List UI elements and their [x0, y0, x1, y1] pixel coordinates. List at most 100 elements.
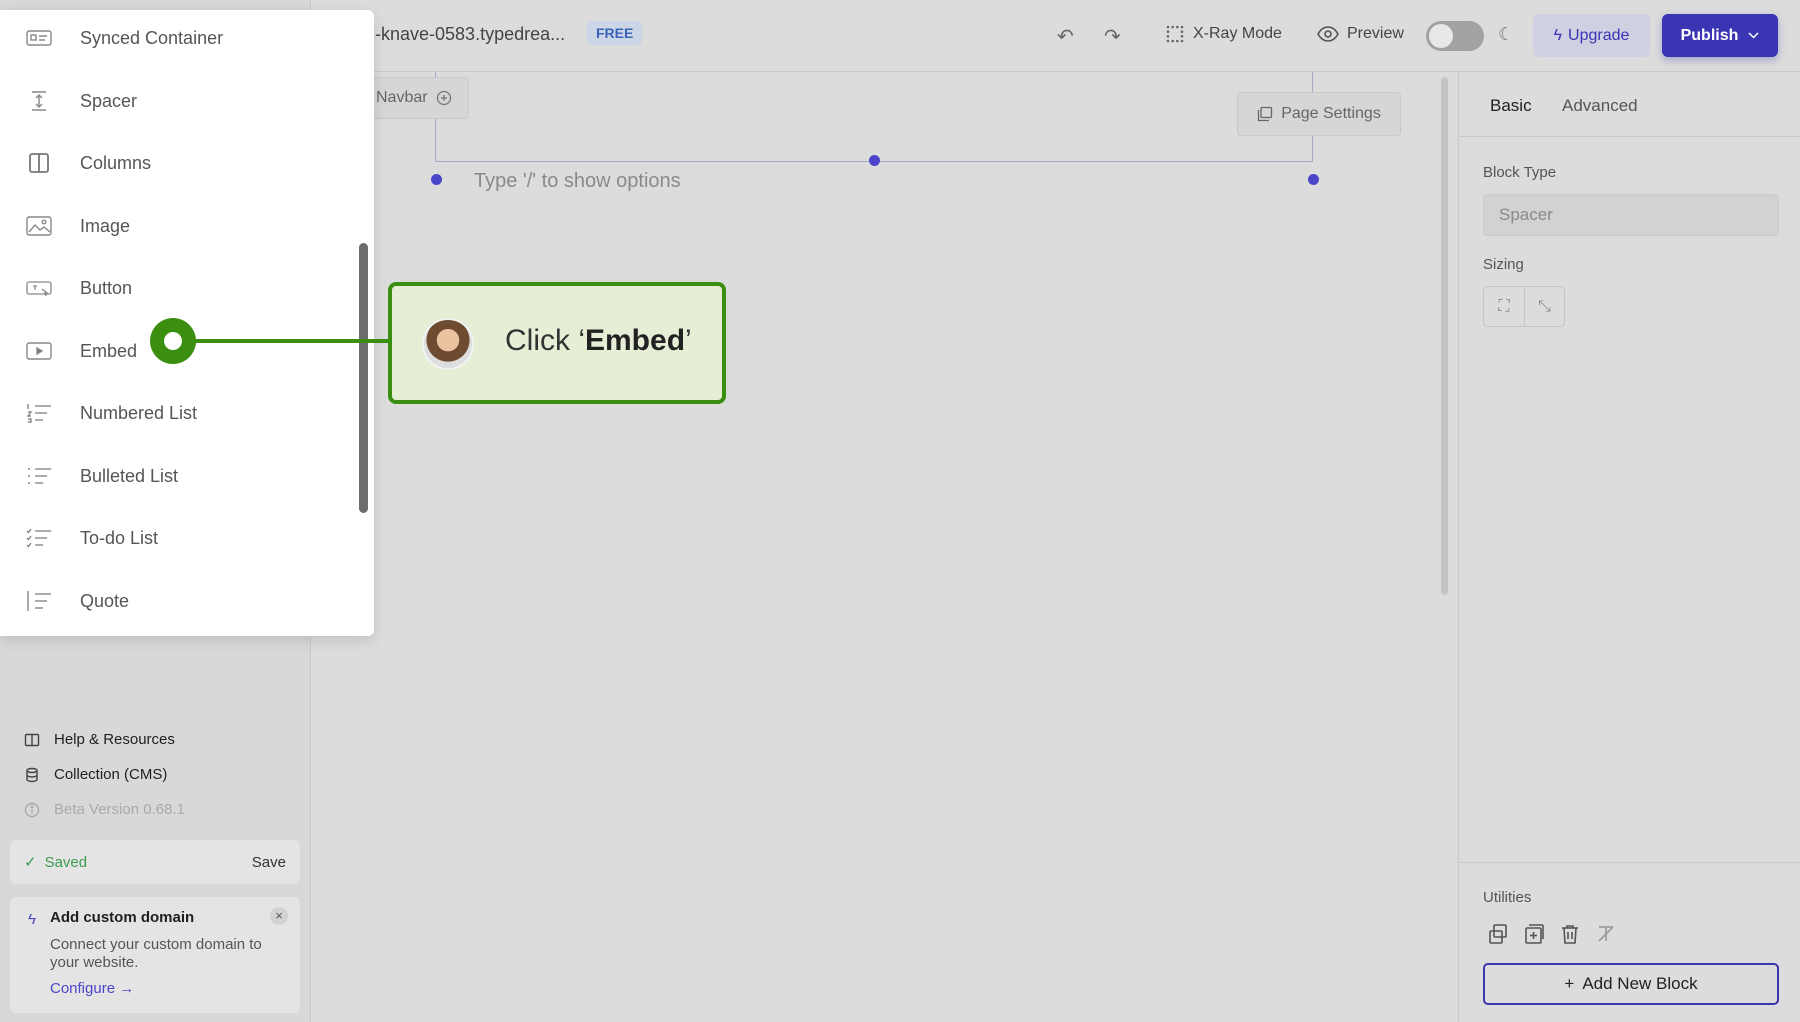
- collection-cms-link[interactable]: Collection (CMS): [24, 766, 167, 783]
- utilities-label: Utilities: [1483, 889, 1532, 906]
- numbered-list-icon: [26, 404, 51, 423]
- menu-item-synced-container[interactable]: Synced Container: [0, 13, 360, 63]
- callout-target: Embed: [585, 324, 686, 357]
- site-name[interactable]: -knave-0583.typedrea...: [375, 24, 565, 45]
- dark-mode-toggle[interactable]: [1426, 21, 1484, 51]
- editor-canvas: Navbar Page Settings Type '/' to show op…: [311, 72, 1452, 1022]
- shrink-icon[interactable]: ⤡: [1523, 287, 1564, 326]
- spacer-icon: [32, 91, 46, 111]
- quote-icon: [27, 591, 51, 611]
- image-stack-icon: [1258, 106, 1273, 122]
- preview-label: Preview: [1347, 25, 1404, 42]
- menu-item-todo-list[interactable]: To-do List: [0, 513, 360, 563]
- sizing-controls: ⛶ ⤡: [1483, 286, 1565, 327]
- navbar-tag[interactable]: Navbar: [365, 77, 469, 119]
- chevron-down-icon: [1748, 32, 1759, 39]
- tab-basic[interactable]: Basic: [1490, 96, 1532, 116]
- saved-label: Saved: [44, 853, 88, 871]
- database-icon: [26, 767, 38, 782]
- preview-button[interactable]: Preview: [1317, 25, 1404, 43]
- navbar-label: Navbar: [376, 89, 428, 106]
- add-new-block-button[interactable]: + Add New Block: [1483, 963, 1779, 1005]
- domain-description: Connect your custom domain to your websi…: [50, 936, 262, 971]
- columns-icon: [29, 153, 49, 173]
- resize-handle-left[interactable]: [431, 174, 442, 185]
- save-button[interactable]: Save: [252, 854, 286, 871]
- xray-mode-button[interactable]: X-Ray Mode: [1166, 25, 1282, 43]
- navbar-block-outline: [435, 72, 1313, 162]
- menu-item-label: Spacer: [80, 90, 138, 111]
- menu-item-label: Button: [80, 277, 133, 298]
- menu-item-label: To-do List: [80, 527, 159, 548]
- book-icon: [24, 733, 40, 746]
- canvas-scrollbar[interactable]: [1441, 77, 1448, 595]
- menu-item-label: Bulleted List: [80, 465, 179, 486]
- save-status-bar: ✓ Saved Save: [10, 840, 300, 884]
- image-icon: [26, 216, 52, 236]
- guide-hotspot[interactable]: [150, 318, 196, 364]
- redo-icon[interactable]: ↷: [1104, 24, 1121, 49]
- editor-app: Help & Resources Collection (CMS) Beta V…: [0, 0, 1800, 1022]
- callout-suffix: ’: [685, 324, 692, 357]
- synced-container-icon: [26, 30, 52, 46]
- guide-callout: Click ‘Embed’: [388, 282, 726, 404]
- add-circle-icon[interactable]: [436, 90, 452, 106]
- plan-badge: FREE: [587, 21, 643, 45]
- button-icon: [26, 281, 52, 297]
- menu-item-columns[interactable]: Columns: [0, 138, 360, 188]
- upgrade-label: Upgrade: [1568, 26, 1630, 44]
- eye-icon: [1317, 26, 1339, 42]
- expand-icon[interactable]: ⛶: [1484, 287, 1524, 326]
- menu-item-image[interactable]: Image: [0, 201, 360, 251]
- bulleted-list-icon: [28, 468, 51, 484]
- upgrade-button[interactable]: ϟ Upgrade: [1533, 14, 1650, 57]
- tab-advanced[interactable]: Advanced: [1562, 96, 1638, 116]
- domain-title: Add custom domain: [50, 909, 195, 926]
- toggle-knob: [1429, 24, 1453, 48]
- add-new-block-label: Add New Block: [1582, 974, 1698, 993]
- help-resources-label: Help & Resources: [54, 731, 175, 748]
- grid-dots-icon: [1166, 25, 1184, 43]
- menu-item-button[interactable]: Button: [0, 263, 360, 313]
- resize-handle-top[interactable]: [869, 155, 880, 166]
- check-icon: ✓: [24, 854, 37, 871]
- undo-icon[interactable]: ↶: [1057, 24, 1074, 49]
- page-settings-label: Page Settings: [1281, 105, 1381, 122]
- block-type-label: Block Type: [1483, 164, 1557, 181]
- block-placeholder[interactable]: Type '/' to show options: [474, 170, 681, 193]
- menu-item-quote[interactable]: Quote: [0, 576, 360, 626]
- top-bar: -knave-0583.typedrea... FREE ↶ ↷ X-Ray M…: [311, 0, 1800, 72]
- beta-version: Beta Version 0.68.1: [24, 801, 185, 818]
- todo-list-icon: [26, 528, 51, 548]
- configure-link[interactable]: Configure →: [50, 980, 286, 997]
- add-block-icon[interactable]: [1523, 923, 1545, 945]
- xray-mode-label: X-Ray Mode: [1193, 25, 1282, 42]
- menu-item-label: Synced Container: [80, 27, 224, 48]
- bolt-icon: ϟ: [1553, 26, 1563, 44]
- custom-domain-card: ϟ Add custom domain Connect your custom …: [10, 897, 300, 1013]
- menu-scrollbar[interactable]: [359, 243, 368, 513]
- sizing-label: Sizing: [1483, 256, 1524, 273]
- menu-item-bulleted-list[interactable]: Bulleted List: [0, 451, 360, 501]
- right-panel: Basic Advanced Block Type Spacer Sizing …: [1458, 72, 1800, 1022]
- clear-format-icon[interactable]: [1595, 923, 1617, 945]
- menu-item-label: Embed: [80, 340, 138, 361]
- info-icon: [24, 802, 40, 817]
- avatar: [422, 318, 474, 370]
- trash-icon[interactable]: [1559, 923, 1581, 945]
- close-icon[interactable]: ×: [270, 907, 288, 925]
- publish-label: Publish: [1680, 26, 1739, 44]
- menu-item-spacer[interactable]: Spacer: [0, 76, 360, 126]
- callout-prefix: Click ‘: [505, 324, 585, 357]
- menu-item-numbered-list[interactable]: Numbered List: [0, 388, 360, 438]
- publish-button[interactable]: Publish: [1662, 14, 1778, 57]
- menu-item-label: Numbered List: [80, 402, 198, 423]
- moon-icon: ☾: [1498, 24, 1515, 44]
- help-resources-link[interactable]: Help & Resources: [24, 731, 175, 748]
- guide-connector-line: [172, 339, 392, 343]
- plus-icon: +: [1564, 974, 1575, 993]
- duplicate-icon[interactable]: [1487, 923, 1509, 945]
- resize-handle-right[interactable]: [1308, 174, 1319, 185]
- page-settings-button[interactable]: Page Settings: [1237, 92, 1401, 136]
- collection-cms-label: Collection (CMS): [54, 766, 168, 783]
